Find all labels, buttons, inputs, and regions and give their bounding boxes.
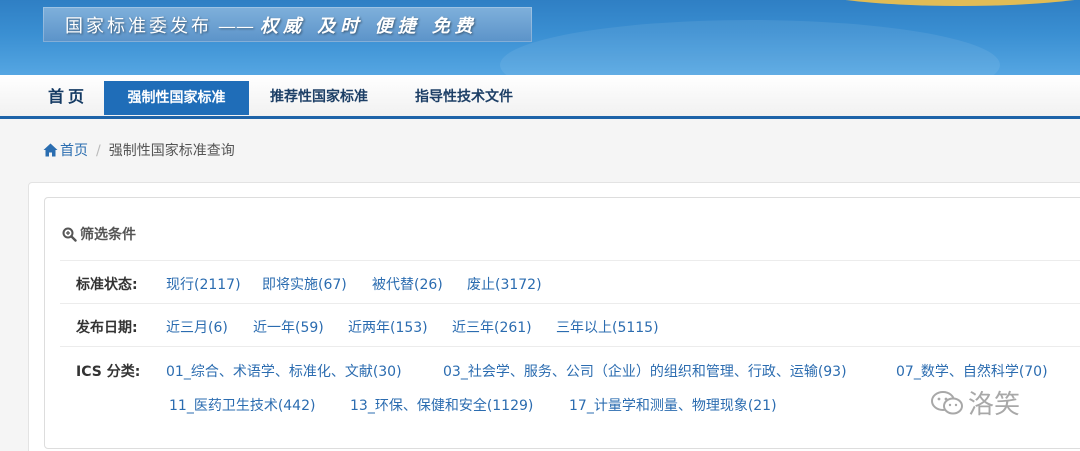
- divider: [60, 346, 1080, 347]
- banner-swoosh: [800, 0, 1080, 6]
- zoom-search-icon: [62, 227, 77, 246]
- date-label: 发布日期:: [76, 320, 138, 336]
- breadcrumb-current: 强制性国家标准查询: [108, 143, 235, 159]
- date-option[interactable]: 近三年(261): [452, 317, 532, 337]
- nav-recommended-standards[interactable]: 推荐性国家标准: [270, 79, 368, 115]
- nav-home[interactable]: 首页: [48, 79, 88, 115]
- date-option[interactable]: 近两年(153): [348, 317, 428, 337]
- breadcrumb-separator: /: [96, 143, 101, 159]
- ics-option[interactable]: 07_数学、自然科学(70): [896, 361, 1048, 381]
- home-icon[interactable]: [43, 143, 58, 161]
- slogan-tags: 权威 及时 便捷 免费: [260, 16, 478, 37]
- status-option[interactable]: 废止(3172): [467, 274, 542, 294]
- banner-decoration: [500, 20, 1000, 75]
- ics-option[interactable]: 17_计量学和测量、物理现象(21): [569, 395, 777, 415]
- slogan-box: 国家标准委发布 —— 权威 及时 便捷 免费: [43, 7, 532, 42]
- nav-mandatory-standards[interactable]: 强制性国家标准: [104, 81, 249, 115]
- date-option[interactable]: 近三月(6): [166, 317, 228, 337]
- status-label: 标准状态:: [76, 277, 138, 293]
- status-option[interactable]: 现行(2117): [166, 274, 241, 294]
- filter-title-text: 筛选条件: [80, 227, 136, 243]
- status-option[interactable]: 被代替(26): [372, 274, 443, 294]
- breadcrumb: 首页 / 强制性国家标准查询: [43, 140, 235, 160]
- breadcrumb-home[interactable]: 首页: [60, 143, 88, 159]
- date-option[interactable]: 近一年(59): [253, 317, 324, 337]
- chat-bubbles-icon: [930, 389, 964, 424]
- ics-option[interactable]: 03_社会学、服务、公司（企业）的组织和管理、行政、运输(93): [443, 361, 847, 381]
- slogan-dash: ——: [218, 16, 254, 37]
- watermark-text: 洛笑: [968, 390, 1021, 420]
- divider: [60, 260, 1080, 261]
- nav-guidance-documents[interactable]: 指导性技术文件: [415, 79, 513, 115]
- status-option[interactable]: 即将实施(67): [262, 274, 347, 294]
- ics-option[interactable]: 13_环保、保健和安全(1129): [350, 395, 533, 415]
- date-option[interactable]: 三年以上(5115): [556, 317, 659, 337]
- header-banner: 国家标准委发布 —— 权威 及时 便捷 免费: [0, 0, 1080, 75]
- ics-label: ICS 分类:: [76, 364, 141, 380]
- ics-option[interactable]: 11_医药卫生技术(442): [169, 395, 315, 415]
- ics-option[interactable]: 01_综合、术语学、标准化、文献(30): [166, 361, 402, 381]
- main-nav: 首页 强制性国家标准 推荐性国家标准 指导性技术文件: [0, 75, 1080, 119]
- slogan-main: 国家标准委发布: [65, 16, 212, 37]
- slogan: 国家标准委发布 —— 权威 及时 便捷 免费: [65, 12, 478, 38]
- filter-title: 筛选条件: [62, 224, 136, 246]
- divider: [60, 303, 1080, 304]
- watermark: 洛笑: [930, 384, 1020, 424]
